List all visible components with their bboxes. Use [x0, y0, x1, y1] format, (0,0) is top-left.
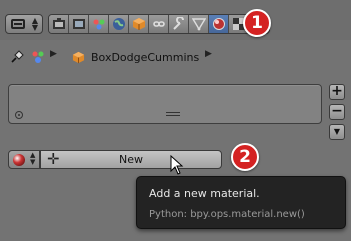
tooltip: Add a new material. Python: bpy.ops.mate… [136, 176, 346, 229]
render-layers-icon [73, 19, 85, 29]
constraints-icon [153, 21, 165, 27]
context-tabs [48, 14, 270, 34]
object-icon [72, 51, 85, 64]
mouse-cursor-icon [170, 155, 184, 175]
chevron-updown-icon: ▲ ▼ [31, 16, 38, 32]
world-icon [113, 18, 125, 30]
new-material-button[interactable]: ✛ New [40, 150, 222, 169]
material-sphere-icon [13, 154, 25, 166]
breadcrumb: ▶ BoxDodgeCummins ▶ [0, 46, 351, 70]
modifiers-icon [173, 17, 184, 30]
browse-material-button[interactable]: ▲ ▼ [8, 150, 40, 169]
breadcrumb-object-name: BoxDodgeCummins [91, 51, 200, 64]
scene-icon [93, 19, 105, 30]
editor-type-icon [11, 19, 25, 29]
remove-slot-button[interactable]: − [329, 104, 345, 120]
render-icon [53, 18, 65, 29]
editor-type-button[interactable]: ▲ ▼ [5, 14, 43, 34]
chevron-updown-icon: ▲ ▼ [30, 151, 36, 166]
material-icon [213, 18, 225, 30]
modifiers-tab[interactable] [169, 15, 189, 33]
material-tab[interactable] [209, 15, 229, 33]
properties-header: ▲ ▼ 1 [0, 0, 351, 40]
data-tab[interactable] [189, 15, 209, 33]
scene-tab[interactable] [89, 15, 109, 33]
filter-options-icon[interactable] [15, 111, 23, 119]
pin-icon[interactable] [10, 50, 24, 64]
new-material-label: New [119, 153, 143, 166]
tooltip-python: Python: bpy.ops.material.new() [149, 209, 305, 220]
constraints-tab[interactable] [149, 15, 169, 33]
slot-specials-menu-button[interactable]: ▼ [329, 124, 345, 140]
breadcrumb-separator-icon: ▶ [205, 49, 212, 59]
object-tab[interactable] [129, 15, 149, 33]
material-slot-list[interactable] [8, 84, 322, 124]
render-tab[interactable] [49, 15, 69, 33]
data-icon [192, 18, 206, 31]
annotation-badge-1: 1 [243, 9, 271, 37]
list-resize-grip[interactable] [166, 112, 180, 116]
render-layers-tab[interactable] [69, 15, 89, 33]
annotation-badge-2: 2 [231, 143, 259, 171]
tooltip-title: Add a new material. [149, 187, 260, 200]
add-slot-button[interactable]: + [329, 84, 345, 100]
breadcrumb-separator-icon: ▶ [50, 49, 57, 59]
scene-icon [32, 51, 44, 63]
world-tab[interactable] [109, 15, 129, 33]
object-icon [133, 18, 145, 30]
